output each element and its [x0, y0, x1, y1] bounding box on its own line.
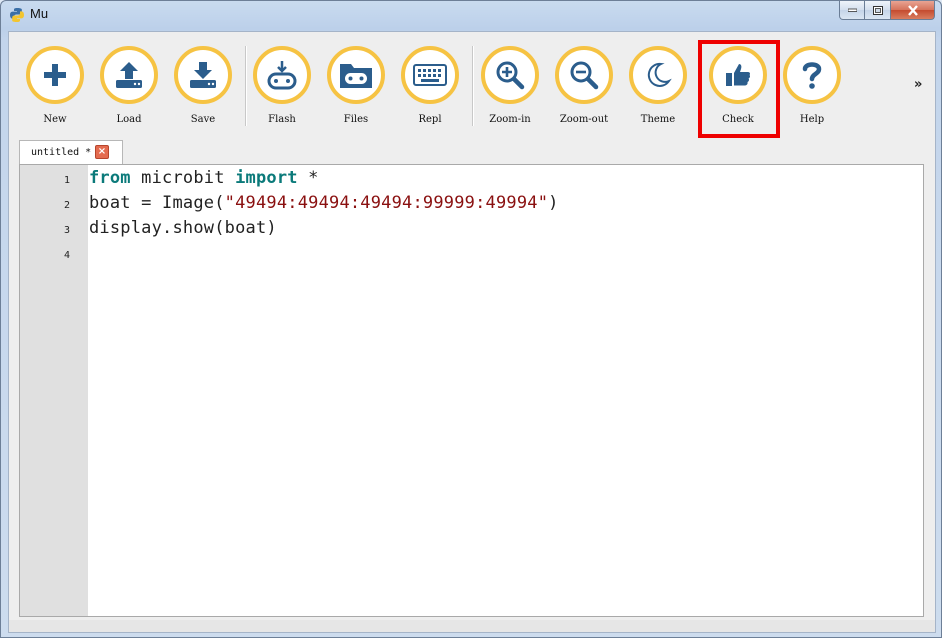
zoom-in-icon — [496, 61, 525, 90]
line-number: 2 — [63, 200, 70, 211]
flash-button[interactable]: Flash — [250, 44, 320, 134]
keyboard-icon — [413, 64, 447, 86]
help-button[interactable]: Help — [780, 44, 850, 134]
load-button[interactable]: Load — [97, 44, 167, 134]
line-number: 1 — [63, 175, 70, 186]
close-window-button[interactable] — [891, 1, 935, 20]
close-icon[interactable]: × — [95, 145, 109, 159]
code-token: display.show(boat) — [89, 218, 277, 238]
window-title: Mu — [30, 6, 49, 21]
code-line[interactable]: from microbit import * — [89, 168, 319, 188]
zoom-in-button[interactable]: Zoom-in — [478, 44, 548, 134]
restore-icon — [872, 5, 883, 15]
title-bar[interactable]: Mu — [1, 1, 941, 29]
tab-untitled[interactable]: untitled * × — [19, 140, 123, 164]
minimize-icon — [847, 8, 857, 12]
line-number: 4 — [63, 250, 70, 261]
zoom-out-icon — [570, 61, 599, 90]
check-highlight-box — [698, 40, 780, 138]
toolbar-overflow-button[interactable]: » — [914, 77, 922, 92]
code-token: ) — [548, 193, 559, 213]
repl-label: Repl — [418, 114, 442, 125]
string-token: "49494:49494:49494:99999:49994" — [224, 193, 549, 213]
code-line[interactable]: boat = Image("49494:49494:49494:99999:49… — [89, 193, 559, 213]
zoom-out-label: Zoom-out — [559, 114, 609, 125]
help-label: Help — [799, 114, 825, 125]
code-token: boat = Image( — [89, 193, 225, 213]
status-strip — [9, 620, 935, 632]
close-icon — [907, 4, 918, 16]
keyword-token: import — [235, 168, 298, 188]
download-icon — [190, 62, 216, 88]
theme-button[interactable]: Theme — [626, 44, 696, 134]
code-line[interactable]: display.show(boat) — [89, 218, 277, 238]
keyword-token: from — [89, 168, 131, 188]
line-number: 3 — [63, 225, 70, 236]
new-label: New — [43, 114, 67, 125]
question-icon — [802, 62, 822, 89]
upload-icon — [116, 62, 142, 88]
line-number-gutter: 1 2 3 4 — [20, 165, 88, 616]
microbit-flash-icon — [267, 61, 297, 90]
code-editor[interactable]: 1 2 3 4 from microbit import * boat = Im… — [19, 164, 924, 617]
window-controls — [839, 1, 935, 20]
main-area: New Load Save Flash Files Repl Zoom-in Z… — [8, 31, 936, 633]
toolbar: New Load Save Flash Files Repl Zoom-in Z… — [9, 32, 935, 132]
files-button[interactable]: Files — [324, 44, 394, 134]
microbit-files-icon — [340, 64, 372, 88]
zoom-in-label: Zoom-in — [489, 114, 531, 125]
moon-icon — [647, 62, 672, 87]
mu-window: Mu New Load Save Flash Files Repl Zoom-i… — [0, 0, 942, 638]
new-button[interactable]: New — [23, 44, 93, 134]
load-label: Load — [116, 114, 142, 125]
plus-icon — [44, 64, 66, 86]
theme-label: Theme — [640, 114, 676, 125]
save-button[interactable]: Save — [171, 44, 241, 134]
flash-label: Flash — [268, 114, 296, 125]
maximize-button[interactable] — [865, 1, 891, 20]
minimize-button[interactable] — [839, 1, 865, 20]
code-token: microbit — [130, 168, 236, 188]
files-label: Files — [343, 114, 369, 125]
repl-button[interactable]: Repl — [398, 44, 468, 134]
save-label: Save — [190, 114, 216, 125]
python-logo-icon — [10, 8, 24, 22]
tab-label: untitled * — [31, 147, 92, 158]
code-token: * — [297, 168, 319, 188]
zoom-out-button[interactable]: Zoom-out — [552, 44, 622, 134]
